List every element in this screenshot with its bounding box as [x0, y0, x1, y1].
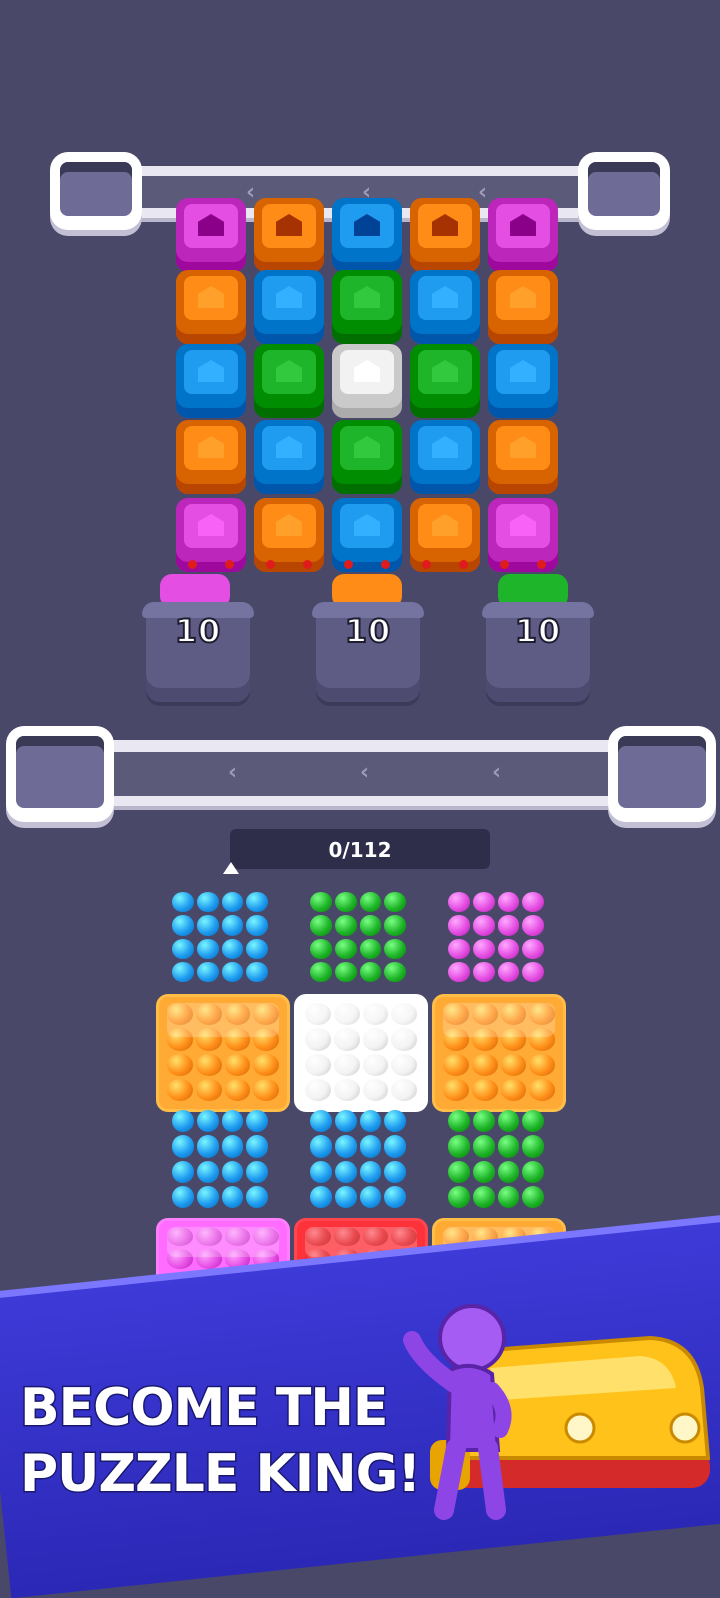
car-block-orange[interactable] — [176, 420, 246, 494]
top-left-hole — [50, 152, 142, 230]
car-block-green[interactable] — [254, 344, 324, 418]
bin-count: 10 — [344, 611, 392, 651]
progress-bar: 0/112 — [230, 829, 490, 869]
bin-count: 10 — [174, 611, 222, 651]
ball-crate-blue[interactable] — [302, 1104, 414, 1216]
car-block-blue[interactable] — [410, 420, 480, 494]
bottom-right-hole — [608, 726, 716, 822]
car-block-green[interactable] — [332, 420, 402, 494]
top-right-hole — [578, 152, 670, 230]
chevron-left-icon: ‹ — [246, 180, 256, 205]
car-block-blue[interactable] — [254, 420, 324, 494]
car-block-magenta[interactable] — [176, 498, 246, 572]
headline-line1: BECOME THE — [18, 1377, 389, 1440]
car-block-magenta[interactable] — [488, 198, 558, 272]
ball-crate-green[interactable] — [302, 886, 414, 990]
ball-crate-green[interactable] — [440, 1104, 552, 1216]
bin-right[interactable]: 10 — [482, 602, 594, 702]
car-block-green[interactable] — [332, 270, 402, 344]
car-block-orange[interactable] — [410, 498, 480, 572]
chevron-left-icon: ‹ — [228, 760, 238, 785]
chevron-left-icon: ‹ — [360, 760, 370, 785]
car-block-orange[interactable] — [254, 498, 324, 572]
car-block-blue[interactable] — [254, 270, 324, 344]
ball-crate-blue[interactable] — [164, 1104, 276, 1216]
bin-middle[interactable]: 10 — [312, 602, 424, 702]
car-block-green[interactable] — [410, 344, 480, 418]
headline-line2: PUZZLE KING! — [18, 1443, 422, 1506]
car-block-blue[interactable] — [488, 344, 558, 418]
ball-crate-orange[interactable] — [432, 994, 566, 1112]
ball-crate-blue[interactable] — [164, 886, 276, 990]
bin-count: 10 — [514, 611, 562, 651]
car-block-blue[interactable] — [176, 344, 246, 418]
mascot-character — [400, 1300, 530, 1520]
car-block-orange[interactable] — [410, 198, 480, 272]
ball-crate-white[interactable] — [294, 994, 428, 1112]
chevron-left-icon: ‹ — [478, 180, 488, 205]
car-block-orange[interactable] — [176, 270, 246, 344]
ball-crate-magenta[interactable] — [440, 886, 552, 990]
bottom-left-hole — [6, 726, 114, 822]
car-block-blue[interactable] — [410, 270, 480, 344]
car-block-blue[interactable] — [332, 498, 402, 572]
car-block-white[interactable] — [332, 344, 402, 418]
ball-crate-orange[interactable] — [156, 994, 290, 1112]
car-block-blue[interactable] — [332, 198, 402, 272]
car-block-magenta[interactable] — [176, 198, 246, 272]
car-block-orange[interactable] — [488, 270, 558, 344]
bin-left[interactable]: 10 — [142, 602, 254, 702]
car-block-orange[interactable] — [254, 198, 324, 272]
progress-label: 0/112 — [328, 838, 392, 862]
car-block-magenta[interactable] — [488, 498, 558, 572]
chevron-left-icon: ‹ — [492, 760, 502, 785]
car-block-orange[interactable] — [488, 420, 558, 494]
progress-marker-icon — [223, 862, 239, 874]
